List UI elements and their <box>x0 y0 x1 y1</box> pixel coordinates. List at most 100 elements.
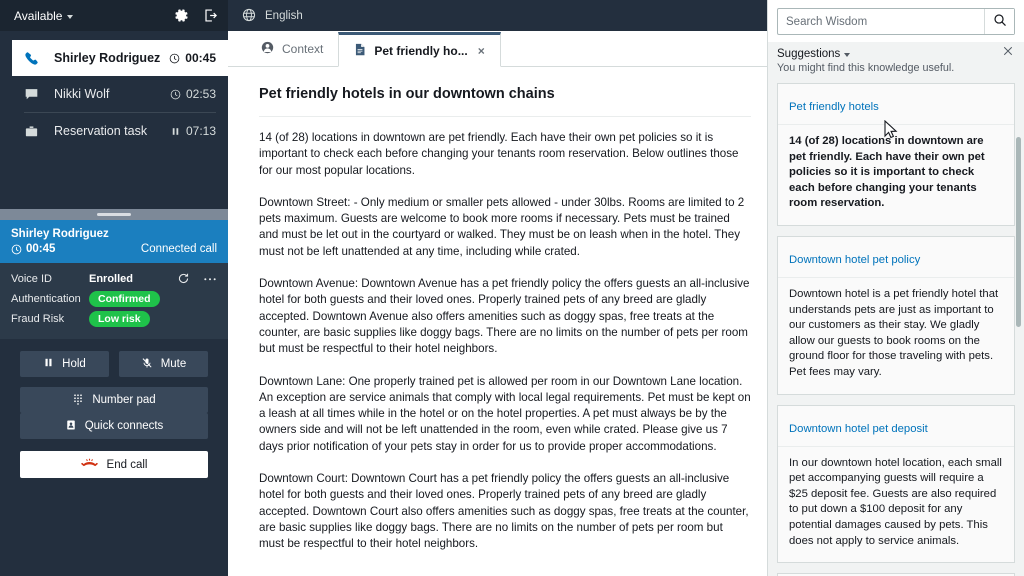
contact-name: Nikki Wolf <box>54 87 110 101</box>
chat-icon <box>24 87 41 102</box>
language-label[interactable]: English <box>265 10 303 22</box>
quick-connects-button-label: Quick connects <box>84 420 164 432</box>
hold-button[interactable]: Hold <box>20 351 109 377</box>
agent-status-selector[interactable]: Available <box>14 8 74 23</box>
quick-connects-button[interactable]: Quick connects <box>20 413 208 439</box>
phone-icon <box>24 51 41 66</box>
globe-icon[interactable] <box>242 8 257 23</box>
mute-button[interactable]: Mute <box>119 351 208 377</box>
contact-row[interactable]: Reservation task 07:13 <box>12 113 228 149</box>
end-call-button[interactable]: End call <box>20 451 208 478</box>
authentication-status-badge: Confirmed <box>89 291 160 307</box>
active-contact-state: Connected call <box>140 243 217 255</box>
active-contact-name: Shirley Rodriguez <box>11 228 109 240</box>
suggestions-title: Suggestions <box>777 48 841 60</box>
ccp-top-bar: Available <box>0 0 228 31</box>
pause-icon <box>43 357 54 371</box>
contact-name: Reservation task <box>54 124 148 138</box>
wisdom-search-box[interactable] <box>777 8 1015 35</box>
suggestion-card-title[interactable]: Pet friendly hotels <box>789 101 879 113</box>
document-viewer: Pet friendly hotels in our downtown chai… <box>228 67 767 576</box>
end-call-icon <box>80 456 98 474</box>
suggestion-card-title[interactable]: Downtown hotel pet deposit <box>789 423 928 435</box>
contact-row[interactable]: Nikki Wolf 02:53 <box>12 76 228 112</box>
fraud-risk-status-badge: Low risk <box>89 311 150 327</box>
ellipsis-icon[interactable] <box>203 272 217 287</box>
search-button[interactable] <box>984 9 1014 34</box>
tab-context[interactable]: Context <box>246 32 338 66</box>
suggestions-header: Suggestions You might find this knowledg… <box>768 42 1024 74</box>
contact-timer-value: 00:45 <box>185 51 216 65</box>
dialpad-icon <box>72 393 84 408</box>
workspace-tab-bar: Context Pet friendly ho... × <box>228 31 767 67</box>
voice-id-value: Enrolled <box>89 273 134 285</box>
suggestion-card-title[interactable]: Downtown hotel pet policy <box>789 254 920 266</box>
suggestion-card-body: Downtown hotel is a pet friendly hotel t… <box>778 277 1014 394</box>
drag-grip-icon <box>97 213 131 216</box>
document-title: Pet friendly hotels in our downtown chai… <box>259 86 555 102</box>
contact-timer: 02:53 <box>170 87 216 101</box>
fraud-risk-label: Fraud Risk <box>11 313 65 325</box>
active-contact-timer: 00:45 <box>11 243 55 255</box>
suggestion-card-header: Downtown hotel pet deposit <box>778 405 1014 447</box>
tab-close-icon[interactable]: × <box>478 44 485 58</box>
voice-id-panel: Voice ID Enrolled Authentication Confirm… <box>0 263 228 339</box>
pause-icon <box>172 127 179 135</box>
contact-row[interactable]: Shirley Rodriguez 00:45 <box>12 40 228 76</box>
search-icon <box>993 13 1007 30</box>
document-body: 14 (of 28) locations in downtown are pet… <box>259 116 751 553</box>
contact-list: Shirley Rodriguez 00:45 Nikki Wolf 02:53 <box>0 31 228 149</box>
number-pad-button[interactable]: Number pad <box>20 387 208 413</box>
contact-control-panel: Available Shirley Rodriguez 00:45 Nikki … <box>0 0 228 576</box>
active-contact-header: Shirley Rodriguez 00:45 Connected call <box>0 220 228 263</box>
person-icon <box>261 41 274 57</box>
suggestion-card-header: Downtown hotel pet policy <box>778 236 1014 278</box>
mouse-cursor <box>884 119 898 144</box>
hold-button-label: Hold <box>62 358 86 370</box>
agent-workspace: English Context Pet friendly ho... × Pet… <box>228 0 768 576</box>
suggestions-title-row[interactable]: Suggestions <box>777 48 1012 60</box>
suggestion-card[interactable]: Downtown hotel pet deposit In our downto… <box>777 404 1015 564</box>
mute-button-label: Mute <box>160 358 187 370</box>
authentication-label: Authentication <box>11 293 81 305</box>
voice-id-label: Voice ID <box>11 273 52 285</box>
workspace-top-bar: English <box>228 0 767 31</box>
clock-icon <box>11 244 22 254</box>
close-icon[interactable] <box>1002 44 1014 62</box>
logout-icon[interactable] <box>203 8 218 23</box>
suggestion-card[interactable]: Downtown hotel pet policy Downtown hotel… <box>777 235 1015 395</box>
wisdom-scrollbar[interactable] <box>1016 137 1021 327</box>
task-icon <box>24 124 41 139</box>
authentication-row: Authentication Confirmed <box>11 290 217 308</box>
clock-icon <box>170 89 181 99</box>
contact-timer-value: 07:13 <box>185 124 216 138</box>
refresh-icon[interactable] <box>177 272 192 287</box>
document-paragraph: 14 (of 28) locations in downtown are pet… <box>259 131 739 177</box>
gear-icon[interactable] <box>174 8 189 23</box>
suggestion-card-header: Pet friendly hotels <box>778 84 1014 125</box>
document-paragraph: Downtown Avenue: Downtown Avenue has a p… <box>259 277 750 356</box>
suggestions-subtitle: You might find this knowledge useful. <box>777 62 955 74</box>
panel-resize-handle[interactable] <box>0 209 228 220</box>
document-paragraph: Downtown Lane: One properly trained pet … <box>259 374 751 453</box>
wisdom-panel: Suggestions You might find this knowledg… <box>768 0 1024 576</box>
wisdom-search-area <box>768 0 1024 42</box>
suggestion-cards-list: Pet friendly hotels 14 (of 28) locations… <box>768 74 1024 576</box>
call-controls: Hold Mute Number pad Quick connects End … <box>0 339 228 576</box>
contact-timer: 00:45 <box>169 51 216 65</box>
agent-status-label: Available <box>14 8 63 23</box>
active-contact-timer-value: 00:45 <box>26 243 56 255</box>
voice-id-row: Voice ID Enrolled <box>11 270 217 288</box>
document-paragraph: Downtown Street: - Only medium or smalle… <box>259 195 745 258</box>
tab-pet-friendly-hotels-label: Pet friendly ho... <box>374 43 468 58</box>
chevron-down-icon <box>67 14 74 19</box>
tab-pet-friendly-hotels[interactable]: Pet friendly ho... × <box>338 32 501 67</box>
document-icon <box>354 43 366 59</box>
end-call-button-label: End call <box>106 458 148 471</box>
contact-timer: 07:13 <box>170 124 216 138</box>
tab-context-label: Context <box>282 42 324 56</box>
suggestion-card[interactable]: Pet friendly hotels 14 (of 28) locations… <box>777 83 1015 226</box>
contact-card-icon <box>65 419 77 434</box>
search-input[interactable] <box>778 15 984 28</box>
mute-microphone-icon <box>141 357 153 372</box>
